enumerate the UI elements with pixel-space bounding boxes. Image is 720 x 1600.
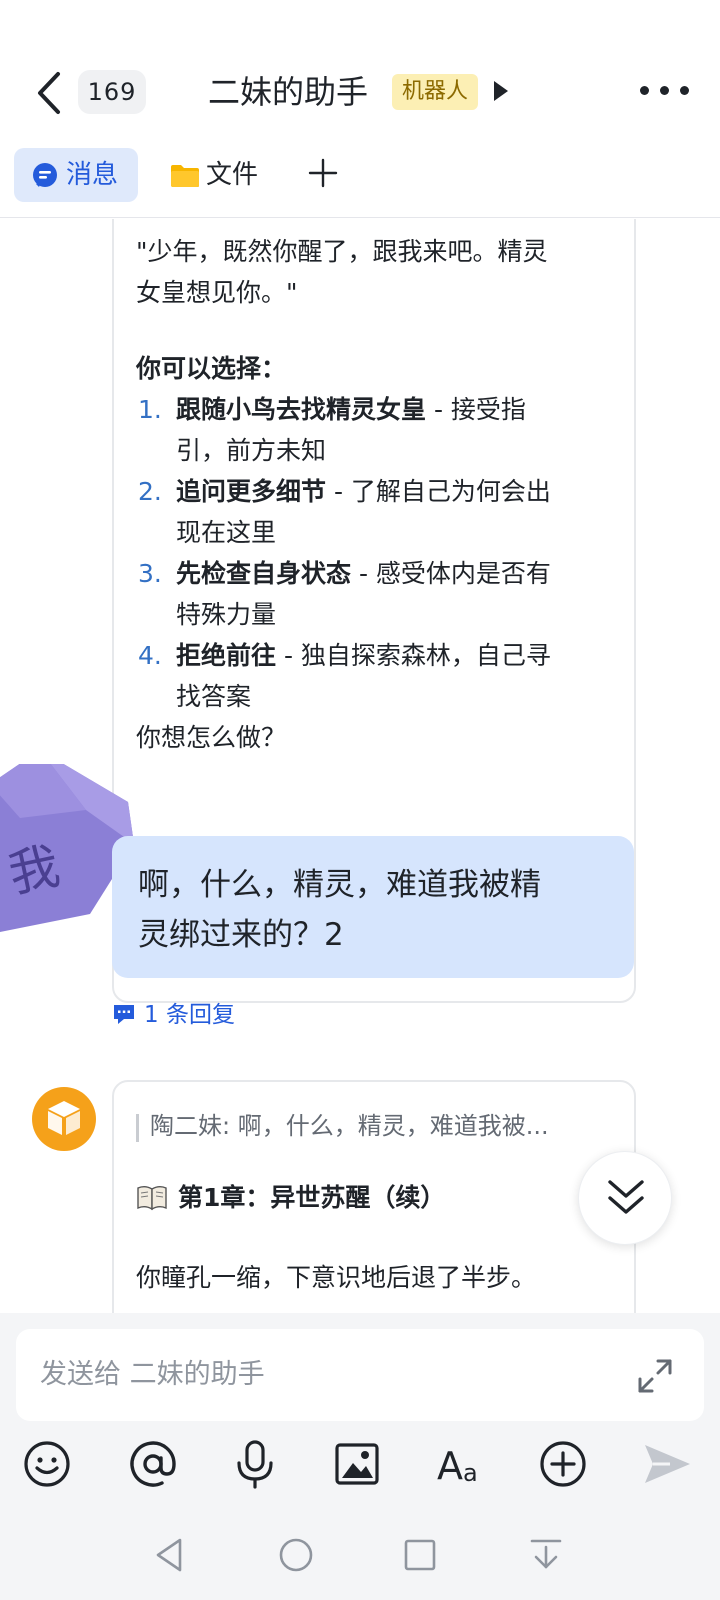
bot-badge: 机器人: [392, 74, 479, 110]
bot-message-card[interactable]: 陶二妹: 啊，什么，精灵，难道我被... 第1章：异世苏醒（续） 你瞳孔一缩，下…: [112, 1080, 636, 1313]
option-desc: 找答案: [176, 682, 252, 711]
message-composer: 发送给 二妹的助手 A a: [0, 1313, 720, 1513]
chat-title[interactable]: 二妹的助手: [208, 70, 368, 114]
scroll-to-bottom-button[interactable]: [578, 1151, 672, 1245]
option-desc: - 了解自己为何会出: [326, 477, 551, 506]
tab-files-label: 文件: [206, 160, 259, 190]
folder-icon: [171, 165, 199, 187]
back-arrow-icon[interactable]: [30, 70, 70, 116]
option-title: 跟随小鸟去找精灵女皇: [176, 395, 427, 424]
bot-avatar[interactable]: [32, 1087, 96, 1151]
chat-header: 169 二妹的助手 机器人: [0, 50, 720, 134]
tab-messages-label: 消息: [66, 160, 119, 190]
option-desc: - 独自探索森林，自己寻: [276, 641, 551, 670]
option-desc: - 接受指: [426, 395, 526, 424]
image-icon[interactable]: [330, 1437, 384, 1491]
cube-icon: [48, 1101, 80, 1135]
mention-icon[interactable]: [126, 1437, 180, 1491]
story-text: 你瞳孔一缩，下意识地后退了半步。: [136, 1263, 537, 1292]
question-text: 你想怎么做？: [136, 723, 287, 752]
my-message-bubble[interactable]: 啊，什么，精灵，难道我被精 灵绑过来的？2: [112, 836, 634, 978]
message-input-placeholder: 发送给 二妹的助手: [40, 1359, 265, 1390]
option-desc: 引，前方未知: [176, 436, 327, 465]
chapter-title: 第1章：异世苏醒（续）: [178, 1183, 446, 1212]
double-chevron-down-icon: [608, 1180, 644, 1214]
nav-home-icon[interactable]: [276, 1535, 316, 1575]
expand-arrow-icon[interactable]: [494, 81, 508, 101]
unread-count-badge[interactable]: 169: [78, 70, 146, 114]
reply-count-label: 1 条回复: [144, 1002, 235, 1028]
option-desc: 现在这里: [176, 518, 277, 547]
option-desc: - 感受体内是否有: [351, 559, 551, 588]
nav-hide-keyboard-icon[interactable]: [526, 1535, 566, 1575]
nav-recents-icon[interactable]: [400, 1535, 440, 1575]
option-title: 拒绝前往: [176, 641, 277, 670]
emoji-icon[interactable]: [20, 1437, 74, 1491]
my-message-text: 啊，什么，精灵，难道我被精 灵绑过来的？2: [138, 860, 618, 960]
more-options-button[interactable]: [640, 80, 690, 100]
add-tab-icon[interactable]: [306, 156, 340, 190]
font-icon[interactable]: A a: [434, 1437, 488, 1491]
open-book-icon: [137, 1186, 167, 1211]
send-icon[interactable]: [640, 1437, 694, 1491]
my-message-line: 啊，什么，精灵，难道我被精: [138, 867, 541, 903]
svg-text:a: a: [463, 1459, 478, 1487]
choices-heading: 你可以选择：: [136, 354, 287, 383]
tab-messages[interactable]: 消息: [14, 148, 138, 202]
chat-tabs: 消息 文件: [0, 144, 720, 218]
tab-files[interactable]: 文件: [168, 148, 278, 202]
quote-bar: [136, 1114, 139, 1142]
option-desc: 特殊力量: [176, 600, 277, 629]
nav-back-icon[interactable]: [150, 1535, 190, 1575]
system-nav-bar: [0, 1513, 720, 1600]
message-icon: [33, 163, 57, 187]
svg-text:A: A: [437, 1444, 463, 1488]
option-number: 3.: [138, 559, 162, 588]
option-number: 4.: [138, 641, 162, 670]
option-number: 1.: [138, 395, 162, 424]
my-message-line: 灵绑过来的？2: [138, 917, 344, 953]
microphone-icon[interactable]: [228, 1437, 282, 1491]
chat-message-list[interactable]: "少年，既然你醒了，跟我来吧。精灵 女皇想见你。" 你可以选择： 1. 跟随小鸟…: [0, 219, 720, 1313]
option-title: 先检查自身状态: [176, 559, 352, 588]
add-circle-icon[interactable]: [536, 1437, 590, 1491]
expand-input-icon[interactable]: [636, 1357, 674, 1395]
story-quote-line: "少年，既然你醒了，跟我来吧。精灵: [136, 237, 548, 266]
message-input[interactable]: 发送给 二妹的助手: [16, 1329, 704, 1421]
reply-thread-icon: [114, 1005, 134, 1024]
quoted-reply: 陶二妹: 啊，什么，精灵，难道我被...: [150, 1112, 549, 1140]
option-number: 2.: [138, 477, 162, 506]
story-quote-line: 女皇想见你。": [136, 278, 298, 307]
option-title: 追问更多细节: [176, 477, 327, 506]
